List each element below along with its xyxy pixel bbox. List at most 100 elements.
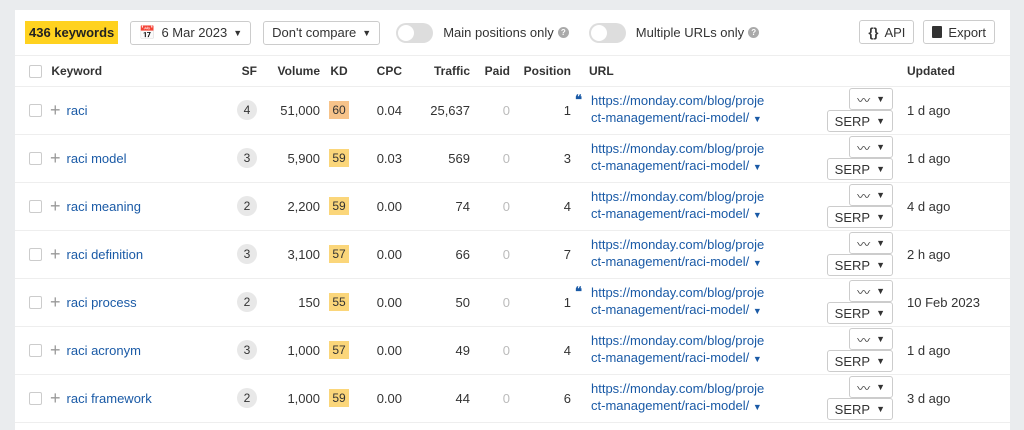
header-updated[interactable]: Updated bbox=[897, 56, 1010, 87]
url-link-line2[interactable]: ct-management/raci-model/ bbox=[591, 302, 749, 317]
header-traffic[interactable]: Traffic bbox=[406, 56, 474, 87]
traffic[interactable]: 66 bbox=[406, 230, 474, 279]
traffic[interactable]: 44 bbox=[406, 374, 474, 423]
header-position[interactable]: Position bbox=[514, 56, 575, 87]
caret-down-icon[interactable]: ▼ bbox=[753, 354, 762, 364]
chart-button[interactable]: 〰 ▼ bbox=[849, 280, 893, 302]
url-link-line2[interactable]: ct-management/raci-model/ bbox=[591, 110, 749, 125]
sf-count[interactable]: 4 bbox=[237, 100, 257, 120]
keyword-link[interactable]: raci acronym bbox=[67, 343, 141, 358]
traffic[interactable]: 25,637 bbox=[406, 86, 474, 135]
sf-count[interactable]: 2 bbox=[237, 388, 257, 408]
url-link-line2[interactable]: ct-management/raci-model/ bbox=[591, 398, 749, 413]
traffic[interactable]: 74 bbox=[406, 182, 474, 231]
row-checkbox[interactable] bbox=[29, 247, 42, 261]
trend-icon: 〰 bbox=[857, 284, 871, 300]
trend-icon: 〰 bbox=[857, 236, 871, 252]
help-icon[interactable]: ? bbox=[557, 27, 569, 38]
sf-count[interactable]: 3 bbox=[237, 244, 257, 264]
main-positions-toggle[interactable] bbox=[396, 22, 434, 43]
caret-down-icon[interactable]: ▼ bbox=[753, 210, 762, 220]
api-button[interactable]: {} API bbox=[859, 20, 915, 44]
header-url[interactable]: URL bbox=[575, 56, 777, 87]
serp-button[interactable]: SERP ▼ bbox=[826, 302, 893, 324]
caret-down-icon[interactable]: ▼ bbox=[753, 114, 762, 124]
url-link-line1[interactable]: https://monday.com/blog/proje bbox=[591, 141, 764, 156]
row-checkbox[interactable] bbox=[29, 295, 42, 309]
serp-button[interactable]: SERP ▼ bbox=[826, 158, 893, 180]
url-link-line2[interactable]: ct-management/raci-model/ bbox=[591, 158, 749, 173]
url-link-line1[interactable]: https://monday.com/blog/proje bbox=[591, 237, 764, 252]
plus-icon[interactable]: + bbox=[50, 196, 61, 216]
export-button[interactable]: Export bbox=[923, 20, 995, 44]
position: 4 bbox=[514, 326, 575, 375]
serp-label: SERP bbox=[834, 113, 871, 129]
chart-button[interactable]: 〰 ▼ bbox=[849, 136, 893, 158]
header-volume[interactable]: Volume bbox=[261, 56, 324, 87]
row-checkbox[interactable] bbox=[29, 151, 42, 165]
url-link-line1[interactable]: https://monday.com/blog/proje bbox=[591, 333, 764, 348]
sf-count[interactable]: 3 bbox=[237, 148, 257, 168]
header-keyword[interactable]: Keyword bbox=[51, 64, 102, 78]
serp-label: SERP bbox=[834, 401, 871, 417]
row-checkbox[interactable] bbox=[29, 343, 42, 357]
row-checkbox[interactable] bbox=[29, 199, 42, 213]
chart-button[interactable]: 〰 ▼ bbox=[849, 184, 893, 206]
sf-count[interactable]: 2 bbox=[237, 292, 257, 312]
compare-select[interactable]: Don't compare ▼ bbox=[263, 20, 381, 45]
header-kd[interactable]: KD bbox=[324, 56, 354, 87]
url-link-line2[interactable]: ct-management/raci-model/ bbox=[591, 206, 749, 221]
caret-down-icon[interactable]: ▼ bbox=[753, 258, 762, 268]
traffic[interactable]: 50 bbox=[406, 278, 474, 327]
chart-button[interactable]: 〰 ▼ bbox=[849, 328, 893, 350]
row-checkbox[interactable] bbox=[29, 103, 42, 117]
header-cpc[interactable]: CPC bbox=[354, 56, 406, 87]
sf-count[interactable]: 3 bbox=[237, 340, 257, 360]
sf-count[interactable]: 2 bbox=[237, 196, 257, 216]
caret-down-icon[interactable]: ▼ bbox=[753, 162, 762, 172]
chart-button[interactable]: 〰 ▼ bbox=[849, 88, 893, 110]
plus-icon[interactable]: + bbox=[50, 244, 61, 264]
trend-icon: 〰 bbox=[857, 92, 871, 108]
plus-icon[interactable]: + bbox=[50, 340, 61, 360]
chart-button[interactable]: 〰 ▼ bbox=[849, 376, 893, 398]
keyword-link[interactable]: raci model bbox=[67, 151, 127, 166]
multiple-urls-toggle[interactable] bbox=[588, 22, 626, 43]
select-all-checkbox[interactable] bbox=[29, 64, 42, 78]
date-picker[interactable]: 📅 6 Mar 2023 ▼ bbox=[130, 20, 252, 45]
keyword-link[interactable]: raci definition bbox=[67, 247, 144, 262]
url-link-line1[interactable]: https://monday.com/blog/proje bbox=[591, 189, 764, 204]
trend-icon: 〰 bbox=[857, 332, 871, 348]
keyword-link[interactable]: raci bbox=[67, 103, 88, 118]
traffic[interactable]: 49 bbox=[406, 326, 474, 375]
header-sf[interactable]: SF bbox=[225, 56, 261, 87]
url-link-line2[interactable]: ct-management/raci-model/ bbox=[591, 350, 749, 365]
updated: 1 d ago bbox=[897, 134, 1010, 183]
kd-badge: 59 bbox=[329, 389, 349, 407]
keyword-link[interactable]: raci meaning bbox=[67, 199, 141, 214]
plus-icon[interactable]: + bbox=[50, 292, 61, 312]
help-icon[interactable]: ? bbox=[748, 27, 760, 38]
header-paid[interactable]: Paid bbox=[474, 56, 514, 87]
serp-button[interactable]: SERP ▼ bbox=[826, 350, 893, 372]
caret-down-icon[interactable]: ▼ bbox=[753, 306, 762, 316]
volume: 5,900 bbox=[261, 134, 324, 183]
caret-down-icon: ▼ bbox=[362, 27, 372, 38]
serp-button[interactable]: SERP ▼ bbox=[826, 110, 893, 132]
serp-button[interactable]: SERP ▼ bbox=[826, 254, 893, 276]
plus-icon[interactable]: + bbox=[50, 148, 61, 168]
traffic[interactable]: 569 bbox=[406, 134, 474, 183]
chart-button[interactable]: 〰 ▼ bbox=[849, 232, 893, 254]
plus-icon[interactable]: + bbox=[50, 388, 61, 408]
serp-button[interactable]: SERP ▼ bbox=[826, 206, 893, 228]
url-link-line1[interactable]: https://monday.com/blog/proje bbox=[591, 93, 764, 108]
serp-button[interactable]: SERP ▼ bbox=[826, 398, 893, 420]
keyword-link[interactable]: raci process bbox=[67, 295, 137, 310]
url-link-line1[interactable]: https://monday.com/blog/proje bbox=[591, 381, 764, 396]
row-checkbox[interactable] bbox=[29, 391, 42, 405]
caret-down-icon[interactable]: ▼ bbox=[753, 402, 762, 412]
keyword-link[interactable]: raci framework bbox=[67, 391, 152, 406]
url-link-line1[interactable]: https://monday.com/blog/proje bbox=[591, 285, 764, 300]
plus-icon[interactable]: + bbox=[50, 100, 61, 120]
url-link-line2[interactable]: ct-management/raci-model/ bbox=[591, 254, 749, 269]
